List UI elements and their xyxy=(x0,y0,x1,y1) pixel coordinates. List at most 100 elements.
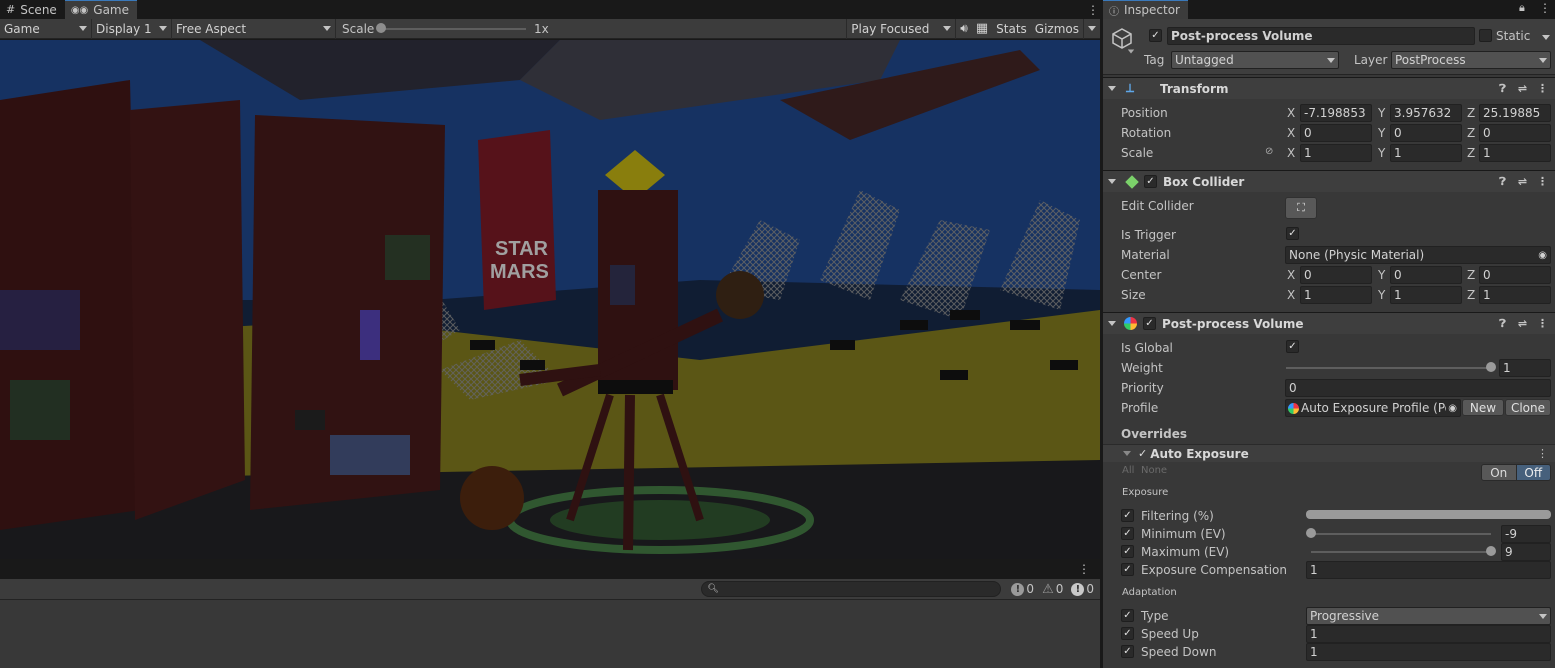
minimum-slider-track[interactable] xyxy=(1311,533,1491,535)
minimum-field[interactable]: -9 xyxy=(1501,525,1551,543)
help-icon[interactable]: ❓︎ xyxy=(1496,175,1509,188)
type-override-checkbox[interactable]: ✓ xyxy=(1121,609,1134,622)
scale-z-field[interactable]: 1 xyxy=(1479,144,1551,162)
console-message-toggle[interactable]: ! 0 xyxy=(1067,582,1100,596)
size-z-field[interactable]: 1 xyxy=(1479,286,1551,304)
play-mode-dropdown[interactable]: Play Focused xyxy=(846,18,957,39)
display-mode-dropdown[interactable]: Game xyxy=(0,18,92,39)
weight-slider-thumb[interactable] xyxy=(1486,362,1496,372)
object-picker-icon[interactable]: ◉ xyxy=(1538,250,1547,261)
material-field[interactable]: None (Physic Material) ◉ xyxy=(1285,246,1551,264)
is-global-checkbox[interactable]: ✓ xyxy=(1286,340,1299,353)
static-dropdown-icon[interactable] xyxy=(1542,35,1550,40)
override-none-link[interactable]: None xyxy=(1141,465,1167,476)
size-x-field[interactable]: 1 xyxy=(1300,286,1372,304)
box-collider-header[interactable]: ✓ Box Collider ❓︎ ⇌ ⋮ xyxy=(1103,170,1555,192)
position-z-field[interactable]: 25.19885 xyxy=(1479,104,1551,122)
center-x-field[interactable]: 0 xyxy=(1300,266,1372,284)
gizmos-button[interactable]: Gizmos xyxy=(1031,19,1083,39)
filtering-range-slider[interactable] xyxy=(1306,510,1551,519)
chevron-down-icon[interactable] xyxy=(1127,49,1135,54)
console-warning-toggle[interactable]: ⚠︎ 0 xyxy=(1038,582,1067,597)
minimum-slider-thumb[interactable] xyxy=(1306,528,1316,538)
off-button[interactable]: Off xyxy=(1515,465,1550,480)
game-more-menu-icon[interactable]: ⋮ xyxy=(1086,0,1100,19)
component-menu-icon[interactable]: ⋮ xyxy=(1536,175,1549,188)
on-button[interactable]: On xyxy=(1482,465,1516,480)
console-error-toggle[interactable]: ! 0 xyxy=(1007,582,1038,596)
auto-exposure-header[interactable]: ✓ Auto Exposure ⋮ xyxy=(1103,444,1555,462)
presets-icon[interactable]: ⇌ xyxy=(1516,175,1529,188)
ppv-header[interactable]: ✓ Post-process Volume ❓︎ ⇌ ⋮ xyxy=(1103,312,1555,334)
console-more-menu-icon[interactable]: ⋮ xyxy=(1078,562,1100,576)
foldout-icon[interactable] xyxy=(1108,321,1116,326)
override-all-link[interactable]: All xyxy=(1122,465,1134,476)
type-dropdown[interactable]: Progressive xyxy=(1306,607,1551,625)
layer-dropdown[interactable]: PostProcess xyxy=(1391,51,1551,69)
help-icon[interactable]: ❓︎ xyxy=(1496,82,1509,95)
maximum-field[interactable]: 9 xyxy=(1501,543,1551,561)
tag-dropdown[interactable]: Untagged xyxy=(1171,51,1339,69)
help-icon[interactable]: ❓︎ xyxy=(1496,317,1509,330)
rotation-x-field[interactable]: 0 xyxy=(1300,124,1372,142)
auto-exposure-enabled-check[interactable]: ✓ xyxy=(1138,447,1147,460)
position-x-field[interactable]: -7.198853 xyxy=(1300,104,1372,122)
speed-up-override-checkbox[interactable]: ✓ xyxy=(1121,627,1134,640)
compensation-field[interactable]: 1 xyxy=(1306,561,1551,579)
compensation-override-checkbox[interactable]: ✓ xyxy=(1121,563,1134,576)
maximum-slider-thumb[interactable] xyxy=(1486,546,1496,556)
inspector-more-menu-icon[interactable]: ⋮ xyxy=(1539,1,1551,15)
weight-slider-track[interactable] xyxy=(1286,367,1491,369)
effect-menu-icon[interactable]: ⋮ xyxy=(1536,447,1549,460)
stats-button[interactable]: Stats xyxy=(992,19,1031,39)
mute-audio-button[interactable]: 🔊︎ xyxy=(956,19,972,39)
game-viewport[interactable]: STAR MARS xyxy=(0,40,1100,559)
scale-slider-track[interactable] xyxy=(381,27,526,30)
speed-up-field[interactable]: 1 xyxy=(1306,625,1551,643)
presets-icon[interactable]: ⇌ xyxy=(1516,317,1529,330)
object-picker-icon[interactable]: ◉ xyxy=(1448,403,1457,414)
tab-game[interactable]: ◉◉ Game xyxy=(64,0,137,19)
presets-icon[interactable]: ⇌ xyxy=(1516,82,1529,95)
console-log-area[interactable] xyxy=(0,600,1100,668)
tab-scene[interactable]: # Scene xyxy=(0,0,65,19)
foldout-icon[interactable] xyxy=(1108,179,1116,184)
lock-icon[interactable]: 🔒︎ xyxy=(1519,1,1525,15)
link-broken-icon[interactable]: ⊘ xyxy=(1265,146,1273,157)
center-z-field[interactable]: 0 xyxy=(1479,266,1551,284)
position-y-field[interactable]: 3.957632 xyxy=(1390,104,1462,122)
box-collider-enabled-checkbox[interactable]: ✓ xyxy=(1144,175,1157,188)
center-y-field[interactable]: 0 xyxy=(1390,266,1462,284)
rotation-y-field[interactable]: 0 xyxy=(1390,124,1462,142)
scale-x-field[interactable]: 1 xyxy=(1300,144,1372,162)
display-dropdown[interactable]: Display 1 xyxy=(92,18,172,39)
size-y-field[interactable]: 1 xyxy=(1390,286,1462,304)
priority-field[interactable]: 0 xyxy=(1285,379,1551,397)
is-trigger-checkbox[interactable]: ✓ xyxy=(1286,227,1299,240)
scale-slider-thumb[interactable] xyxy=(376,22,386,33)
object-name-input[interactable]: Post-process Volume xyxy=(1167,27,1475,45)
aspect-dropdown[interactable]: Free Aspect xyxy=(172,18,336,39)
speed-down-override-checkbox[interactable]: ✓ xyxy=(1121,645,1134,658)
foldout-icon[interactable] xyxy=(1123,451,1131,456)
transform-header[interactable]: ⟂ Transform ❓︎ ⇌ ⋮ xyxy=(1103,77,1555,99)
minimum-override-checkbox[interactable]: ✓ xyxy=(1121,527,1134,540)
filtering-override-checkbox[interactable]: ✓ xyxy=(1121,509,1134,522)
gizmos-dropdown[interactable] xyxy=(1083,18,1100,39)
speed-down-field[interactable]: 1 xyxy=(1306,643,1551,661)
weight-field[interactable]: 1 xyxy=(1499,359,1551,377)
foldout-icon[interactable] xyxy=(1108,86,1116,91)
profile-clone-button[interactable]: Clone xyxy=(1505,399,1551,416)
active-checkbox[interactable]: ✓ xyxy=(1149,29,1162,42)
edit-collider-button[interactable]: ⛶ xyxy=(1285,197,1317,219)
profile-new-button[interactable]: New xyxy=(1462,399,1504,416)
scale-y-field[interactable]: 1 xyxy=(1390,144,1462,162)
console-search-input[interactable]: 🔍︎ xyxy=(701,581,1002,597)
ppv-enabled-checkbox[interactable]: ✓ xyxy=(1143,317,1156,330)
shortcuts-button[interactable]: ▦ xyxy=(972,19,992,39)
maximum-override-checkbox[interactable]: ✓ xyxy=(1121,545,1134,558)
rotation-z-field[interactable]: 0 xyxy=(1479,124,1551,142)
component-menu-icon[interactable]: ⋮ xyxy=(1536,82,1549,95)
component-menu-icon[interactable]: ⋮ xyxy=(1536,317,1549,330)
maximum-slider-track[interactable] xyxy=(1311,551,1491,553)
